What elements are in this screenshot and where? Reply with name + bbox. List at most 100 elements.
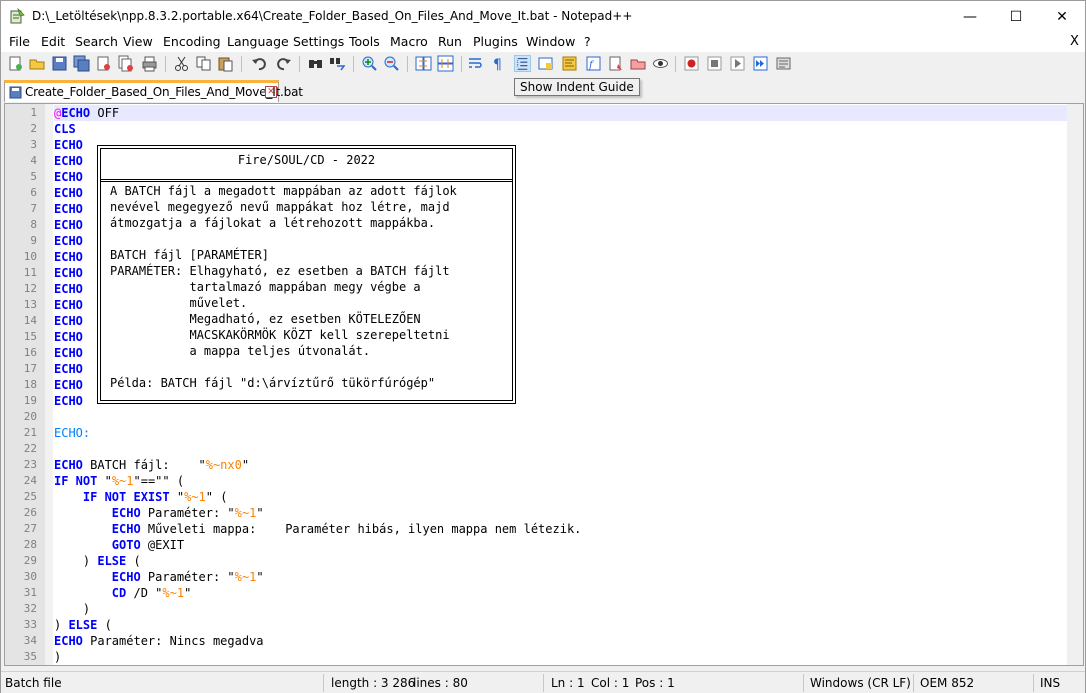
document-map-icon[interactable] xyxy=(561,55,578,72)
play-macro-icon[interactable] xyxy=(729,55,746,72)
code-line[interactable]: 27 ECHO Műveleti mappa: Paraméter hibás,… xyxy=(5,521,1083,537)
status-insert-mode[interactable]: INS xyxy=(1040,676,1060,690)
replace-icon[interactable] xyxy=(329,55,346,72)
word-wrap-icon[interactable] xyxy=(467,55,484,72)
cut-icon[interactable] xyxy=(173,55,190,72)
code-line[interactable]: 23 ECHO BATCH fájl: "%~nx0" xyxy=(5,457,1083,473)
close-icon[interactable] xyxy=(95,55,112,72)
code-line[interactable]: 25 IF NOT EXIST "%~1" ( xyxy=(5,489,1083,505)
code-line[interactable]: 24 IF NOT "%~1"=="" ( xyxy=(5,473,1083,489)
save-all-icon[interactable] xyxy=(73,55,90,72)
line-number: 12 xyxy=(23,282,37,295)
minimize-button[interactable]: — xyxy=(947,1,993,33)
status-filetype: Batch file xyxy=(5,676,62,690)
menu-macro[interactable]: Macro xyxy=(390,34,428,49)
toolbar-separator xyxy=(241,56,242,72)
code-line[interactable]: 28 GOTO @EXIT xyxy=(5,537,1083,553)
code-token: ) xyxy=(54,650,62,664)
code-token: ECHO xyxy=(54,154,83,168)
line-number: 10 xyxy=(23,250,37,263)
tab-active-document[interactable]: Create_Folder_Based_On_Files_And_Move_It… xyxy=(4,80,303,102)
code-text: ) ELSE ( xyxy=(54,617,1067,633)
zoom-out-icon[interactable] xyxy=(383,55,400,72)
sync-horizontal-icon[interactable] xyxy=(437,55,454,72)
paste-icon[interactable] xyxy=(217,55,234,72)
code-line[interactable]: 22 xyxy=(5,441,1083,457)
zoom-in-icon[interactable] xyxy=(361,55,378,72)
code-token: %~1 xyxy=(111,474,134,488)
line-number: 7 xyxy=(30,202,37,215)
code-token: " xyxy=(97,474,112,488)
run-macro-multiple-icon[interactable] xyxy=(752,55,769,72)
line-number: 29 xyxy=(23,554,37,567)
code-line[interactable]: 34 ECHO Paraméter: Nincs megadva xyxy=(5,633,1083,649)
line-number: 23 xyxy=(23,458,37,471)
code-token: IF NOT xyxy=(54,474,98,488)
folder-as-workspace-icon[interactable] xyxy=(607,55,624,72)
vertical-scrollbar[interactable] xyxy=(1067,104,1083,665)
close-window-button[interactable]: ✕ xyxy=(1039,1,1085,33)
code-line[interactable]: 31 CD /D "%~1" xyxy=(5,585,1083,601)
status-encoding[interactable]: OEM 852 xyxy=(920,676,974,690)
open-icon[interactable] xyxy=(29,55,46,72)
file-saved-icon xyxy=(9,86,22,99)
code-token: " xyxy=(184,586,192,600)
menu-view[interactable]: View xyxy=(123,34,153,49)
stop-record-icon[interactable] xyxy=(706,55,723,72)
code-line[interactable]: 29 ) ELSE ( xyxy=(5,553,1083,569)
menu-file[interactable]: File xyxy=(9,34,30,49)
print-icon[interactable] xyxy=(141,55,158,72)
title-bar[interactable]: D:\_Letöltések\npp.8.3.2.portable.x64\Cr… xyxy=(1,1,1085,33)
monitoring-icon[interactable] xyxy=(652,55,669,72)
sync-vertical-icon[interactable] xyxy=(415,55,432,72)
new-icon[interactable] xyxy=(7,55,24,72)
line-number: 14 xyxy=(23,314,37,327)
menu-encoding[interactable]: Encoding xyxy=(163,34,221,49)
code-text: ECHO Paraméter: "%~1" xyxy=(54,569,1067,585)
code-line[interactable]: 26 ECHO Paraméter: "%~1" xyxy=(5,505,1083,521)
close-all-icon[interactable] xyxy=(117,55,134,72)
code-line[interactable]: 20 xyxy=(5,409,1083,425)
line-number: 25 xyxy=(23,490,37,503)
indent-guide-icon[interactable] xyxy=(514,55,531,72)
menu-search[interactable]: Search xyxy=(75,34,118,49)
code-line[interactable]: 1 @ECHO OFF xyxy=(5,105,1083,121)
menu-run[interactable]: Run xyxy=(438,34,462,49)
function-list-icon[interactable]: f xyxy=(585,55,602,72)
status-eol[interactable]: Windows (CR LF) xyxy=(810,676,911,690)
find-icon[interactable] xyxy=(307,55,324,72)
menu-help[interactable]: ? xyxy=(584,34,591,49)
menu-window[interactable]: Window xyxy=(526,34,575,49)
show-all-chars-icon[interactable]: ¶ xyxy=(489,55,506,72)
record-macro-icon[interactable] xyxy=(683,55,700,72)
menu-settings[interactable]: Settings xyxy=(293,34,344,49)
redo-icon[interactable] xyxy=(275,55,292,72)
undo-icon[interactable] xyxy=(251,55,268,72)
code-line[interactable]: 21 ECHO: xyxy=(5,425,1083,441)
status-separator xyxy=(803,674,804,692)
editor-area[interactable]: 1 @ECHO OFF 2 CLS 3 ECHO 4 ECHO 5 ECHO 6 ECHO 7 ECHO 8… xyxy=(4,103,1084,666)
save-icon[interactable] xyxy=(51,55,68,72)
clipboard-history-icon[interactable] xyxy=(630,55,647,72)
close-document-button[interactable]: X xyxy=(1070,34,1079,49)
code-text: ) ELSE ( xyxy=(54,553,1067,569)
code-line[interactable]: 2 CLS xyxy=(5,121,1083,137)
tab-close-icon[interactable]: ✕ xyxy=(265,86,277,98)
menu-language[interactable]: Language xyxy=(227,34,289,49)
copy-icon[interactable] xyxy=(195,55,212,72)
menu-tools[interactable]: Tools xyxy=(349,34,380,49)
code-line[interactable]: 35) xyxy=(5,649,1083,665)
save-macro-icon[interactable] xyxy=(775,55,792,72)
code-token: ( xyxy=(97,618,112,632)
code-line[interactable]: 32 ) xyxy=(5,601,1083,617)
maximize-button[interactable]: ☐ xyxy=(993,1,1039,33)
menu-plugins[interactable]: Plugins xyxy=(473,34,518,49)
user-language-icon[interactable] xyxy=(537,55,554,72)
notepadpp-app-icon xyxy=(10,8,25,24)
code-line[interactable]: 33) ELSE ( xyxy=(5,617,1083,633)
menu-edit[interactable]: Edit xyxy=(41,34,65,49)
toolbar-separator xyxy=(353,56,354,72)
code-line[interactable]: 30 ECHO Paraméter: "%~1" xyxy=(5,569,1083,585)
line-number: 1 xyxy=(30,106,37,119)
